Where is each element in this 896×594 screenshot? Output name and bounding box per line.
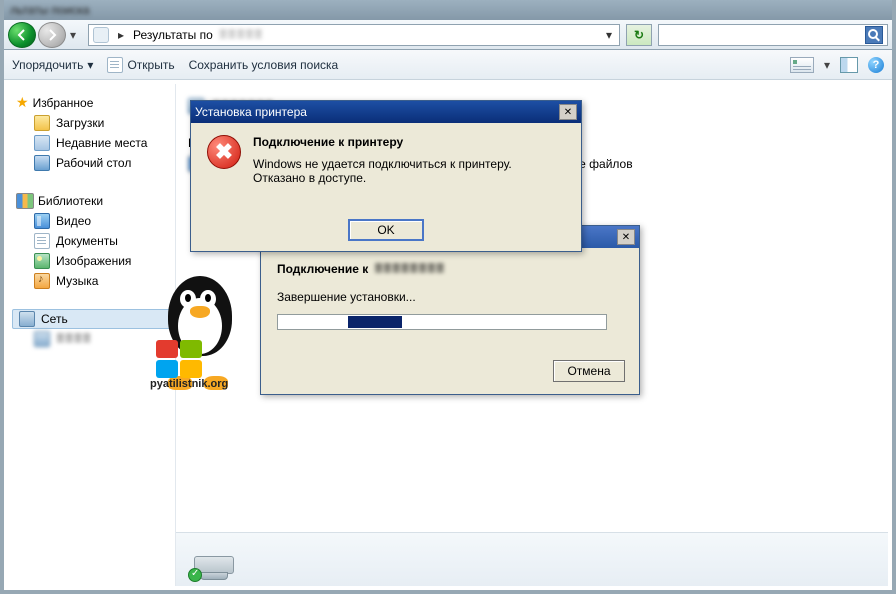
details-pane (176, 532, 888, 586)
preview-pane-button[interactable] (840, 57, 858, 73)
refresh-button[interactable]: ↻ (626, 24, 652, 46)
computer-icon (34, 331, 50, 347)
nav-forward-button[interactable] (38, 22, 66, 48)
save-search-button[interactable]: Сохранить условия поиска (189, 58, 339, 72)
nav-bar: ▾ ▸ Результаты по ⠿⠿⠿⠿⠿ ▾ ↻ (4, 20, 892, 50)
sidebar-item-music[interactable]: Музыка (12, 271, 171, 291)
desktop-icon (34, 155, 50, 171)
star-icon: ★ (16, 94, 29, 111)
search-box[interactable] (658, 24, 888, 46)
breadcrumb-segment[interactable]: Результаты по (133, 28, 213, 42)
sidebar-item-network-child[interactable]: ⠿⠿⠿⠿ (12, 329, 171, 349)
open-button[interactable]: Открыть (107, 57, 174, 73)
document-icon (34, 233, 50, 249)
item-thumbnail (190, 540, 238, 580)
sidebar-item-desktop[interactable]: Рабочий стол (12, 153, 171, 173)
search-icon[interactable] (865, 26, 883, 44)
sidebar-item-network[interactable]: Сеть (12, 309, 171, 329)
network-icon (19, 311, 35, 327)
favorites-group[interactable]: ★ Избранное (12, 92, 171, 113)
error-dialog: Установка принтера ✕ ✖ Подключение к при… (190, 100, 582, 252)
cancel-button[interactable]: Отмена (553, 360, 625, 382)
help-button[interactable]: ? (868, 57, 884, 73)
folder-icon (34, 115, 50, 131)
progress-heading: Подключение к ⠿⠿⠿⠿⠿⠿⠿⠿ (277, 262, 623, 276)
ok-button[interactable]: OK (348, 219, 424, 241)
navigation-pane: ★ Избранное Загрузки Недавние места Рабо… (8, 84, 176, 586)
address-bar[interactable]: ▸ Результаты по ⠿⠿⠿⠿⠿ ▾ (88, 24, 620, 46)
location-icon (93, 27, 109, 43)
pictures-icon (34, 253, 50, 269)
breadcrumb-root-dropdown[interactable]: ▸ (115, 28, 127, 42)
nav-back-button[interactable] (8, 22, 36, 48)
breadcrumb-dropdown[interactable]: ▾ (603, 28, 615, 42)
video-icon (34, 213, 50, 229)
progress-status: Завершение установки... (277, 290, 623, 304)
window-title: льтаты поиска (10, 3, 90, 17)
nav-history-dropdown[interactable]: ▾ (68, 28, 78, 42)
sidebar-item-recent[interactable]: Недавние места (12, 133, 171, 153)
recent-icon (34, 135, 50, 151)
dialog-titlebar[interactable]: Установка принтера ✕ (191, 101, 581, 123)
error-message: Подключение к принтеру Windows не удаетс… (253, 135, 512, 185)
sidebar-item-documents[interactable]: Документы (12, 231, 171, 251)
libraries-icon (16, 193, 34, 209)
music-icon (34, 273, 50, 289)
sidebar-item-pictures[interactable]: Изображения (12, 251, 171, 271)
open-icon (107, 57, 123, 73)
close-button[interactable]: ✕ (559, 104, 577, 120)
sidebar-item-videos[interactable]: Видео (12, 211, 171, 231)
libraries-group[interactable]: Библиотеки (12, 191, 171, 211)
view-options-button[interactable] (790, 57, 814, 73)
window-titlebar: льтаты поиска (4, 0, 892, 20)
view-dropdown[interactable]: ▾ (824, 58, 830, 72)
progress-bar (277, 314, 607, 330)
error-icon: ✖ (207, 135, 241, 169)
command-bar: Упорядочить Открыть Сохранить условия по… (4, 50, 892, 80)
organize-menu[interactable]: Упорядочить (12, 58, 93, 72)
dialog-title: Установка принтера (195, 105, 307, 119)
sidebar-item-downloads[interactable]: Загрузки (12, 113, 171, 133)
close-button[interactable]: ✕ (617, 229, 635, 245)
